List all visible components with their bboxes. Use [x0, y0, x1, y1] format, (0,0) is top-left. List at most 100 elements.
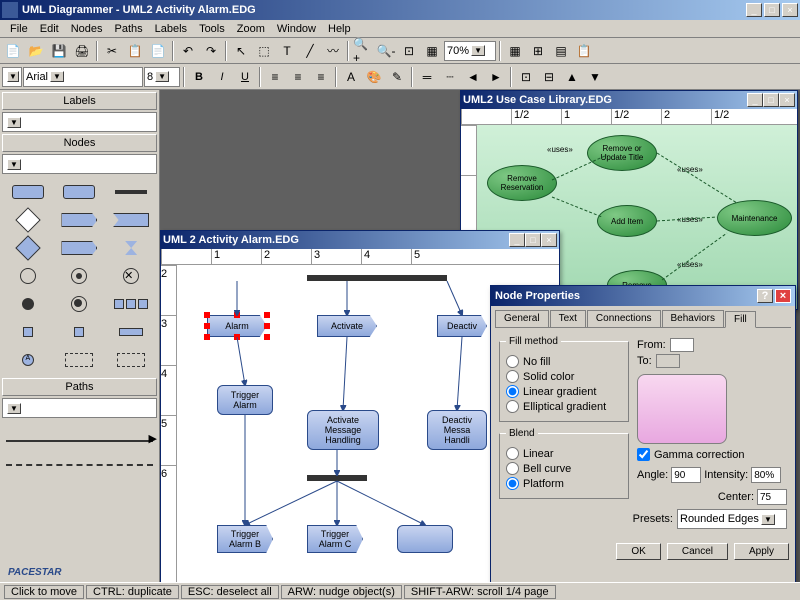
- tab-text[interactable]: Text: [550, 310, 586, 327]
- new-icon[interactable]: 📄: [2, 40, 24, 62]
- menu-window[interactable]: Window: [271, 22, 322, 36]
- radio-blend-platform[interactable]: Platform: [506, 477, 622, 490]
- usecase-min-button[interactable]: _: [747, 93, 763, 107]
- menu-help[interactable]: Help: [322, 22, 357, 36]
- intensity-input[interactable]: 80%: [751, 467, 781, 483]
- dialog-help-button[interactable]: ?: [757, 289, 773, 303]
- menu-tools[interactable]: Tools: [193, 22, 231, 36]
- activity-titlebar[interactable]: UML 2 Activity Alarm.EDG _ □ ×: [161, 231, 559, 249]
- text-icon[interactable]: T: [276, 40, 298, 62]
- center-input[interactable]: 75: [757, 489, 787, 505]
- node-activate[interactable]: Activate: [317, 315, 377, 337]
- node-trigger-b[interactable]: Trigger Alarm B: [217, 525, 273, 553]
- font-combo[interactable]: Arial▼: [23, 67, 143, 87]
- menu-file[interactable]: File: [4, 22, 34, 36]
- zoom-combo[interactable]: 70%▼: [444, 41, 496, 61]
- zoomout-icon[interactable]: 🔍-: [375, 40, 397, 62]
- activity-max-button[interactable]: □: [525, 233, 541, 247]
- tab-general[interactable]: General: [495, 310, 549, 327]
- activity-close-button[interactable]: ×: [541, 233, 557, 247]
- to-color-swatch[interactable]: [656, 354, 680, 368]
- join-bar[interactable]: [307, 475, 367, 481]
- node-remove-reservation[interactable]: Remove Reservation: [487, 165, 557, 201]
- node-remove-update[interactable]: Remove or Update Title: [587, 135, 657, 171]
- shape-diamond-outline[interactable]: [4, 208, 52, 232]
- minimize-button[interactable]: _: [746, 3, 762, 17]
- grid-icon[interactable]: ▦: [504, 40, 526, 62]
- shape-region[interactable]: [107, 348, 155, 372]
- cancel-button[interactable]: Cancel: [667, 543, 728, 560]
- curve-icon[interactable]: 〰: [322, 40, 344, 62]
- nodes-combo[interactable]: ▼: [2, 154, 157, 174]
- palette-labels-header[interactable]: Labels: [2, 92, 157, 110]
- shape-note[interactable]: [56, 348, 104, 372]
- copy-icon[interactable]: 📋: [124, 40, 146, 62]
- align-center-icon[interactable]: ≡: [287, 66, 309, 88]
- align-right-icon[interactable]: ≡: [310, 66, 332, 88]
- align-left-icon[interactable]: ≡: [264, 66, 286, 88]
- underline-icon[interactable]: U: [234, 66, 256, 88]
- node-activate-msg[interactable]: Activate Message Handling: [307, 410, 379, 450]
- fork-bar[interactable]: [307, 275, 447, 281]
- labels-combo[interactable]: ▼: [2, 112, 157, 132]
- node-properties-dialog[interactable]: Node Properties ? × General Text Connect…: [490, 285, 796, 595]
- shape-circle-dot[interactable]: [56, 264, 104, 288]
- menu-edit[interactable]: Edit: [34, 22, 65, 36]
- back-icon[interactable]: ▼: [584, 66, 606, 88]
- menu-paths[interactable]: Paths: [109, 22, 149, 36]
- shape-signal-2[interactable]: [56, 236, 104, 260]
- path-dashed[interactable]: [6, 450, 153, 466]
- node-deact-msg[interactable]: Deactiv Messa Handli: [427, 410, 487, 450]
- node-deactivate[interactable]: Deactiv: [437, 315, 487, 337]
- shape-port[interactable]: [107, 320, 155, 344]
- node-extra[interactable]: [397, 525, 453, 553]
- palette-nodes-header[interactable]: Nodes: [2, 134, 157, 152]
- zoompage-icon[interactable]: ▦: [421, 40, 443, 62]
- menu-zoom[interactable]: Zoom: [231, 22, 271, 36]
- radio-solid[interactable]: Solid color: [506, 370, 622, 383]
- italic-icon[interactable]: I: [211, 66, 233, 88]
- textcolor-icon[interactable]: A: [340, 66, 362, 88]
- palette-paths-header[interactable]: Paths: [2, 378, 157, 396]
- shape-fork[interactable]: [107, 180, 155, 204]
- node-trigger-alarm[interactable]: Trigger Alarm: [217, 385, 273, 415]
- node-trigger-c[interactable]: Trigger Alarm C: [307, 525, 363, 553]
- props-icon[interactable]: 📋: [573, 40, 595, 62]
- usecase-max-button[interactable]: □: [763, 93, 779, 107]
- radio-blend-linear[interactable]: Linear: [506, 447, 622, 460]
- shape-final[interactable]: [56, 292, 104, 316]
- presets-combo[interactable]: Rounded Edges▼: [677, 509, 787, 529]
- line-icon[interactable]: ╱: [299, 40, 321, 62]
- fillcolor-icon[interactable]: 🎨: [363, 66, 385, 88]
- linestyle-icon[interactable]: ┈: [439, 66, 461, 88]
- save-icon[interactable]: 💾: [48, 40, 70, 62]
- arrowstart-icon[interactable]: ◄: [462, 66, 484, 88]
- snap-icon[interactable]: ⊞: [527, 40, 549, 62]
- bold-icon[interactable]: B: [188, 66, 210, 88]
- print-icon[interactable]: 🖨: [71, 40, 93, 62]
- dialog-titlebar[interactable]: Node Properties ? ×: [491, 286, 795, 306]
- style-combo[interactable]: ▼: [2, 67, 22, 87]
- menu-nodes[interactable]: Nodes: [65, 22, 109, 36]
- group-icon[interactable]: ⊡: [515, 66, 537, 88]
- node-add-item[interactable]: Add Item: [597, 205, 657, 237]
- tab-connections[interactable]: Connections: [587, 310, 661, 327]
- shape-rounded-rect[interactable]: [4, 180, 52, 204]
- zoomfit-icon[interactable]: ⊡: [398, 40, 420, 62]
- shape-rect-2[interactable]: [56, 180, 104, 204]
- node-maintenance[interactable]: Maintenance: [717, 200, 792, 236]
- activity-min-button[interactable]: _: [509, 233, 525, 247]
- dialog-close-button[interactable]: ×: [775, 289, 791, 303]
- close-button[interactable]: ×: [782, 3, 798, 17]
- shape-circle-x[interactable]: ✕: [107, 264, 155, 288]
- radio-linear[interactable]: Linear gradient: [506, 385, 622, 398]
- shape-circle-outline[interactable]: [4, 264, 52, 288]
- angle-input[interactable]: 90: [671, 467, 701, 483]
- zoomin-icon[interactable]: 🔍+: [352, 40, 374, 62]
- shape-signal-send[interactable]: [56, 208, 104, 232]
- shape-bars[interactable]: [107, 292, 155, 316]
- paste-icon[interactable]: 📄: [147, 40, 169, 62]
- tab-fill[interactable]: Fill: [725, 311, 756, 328]
- lineweight-icon[interactable]: ═: [416, 66, 438, 88]
- front-icon[interactable]: ▲: [561, 66, 583, 88]
